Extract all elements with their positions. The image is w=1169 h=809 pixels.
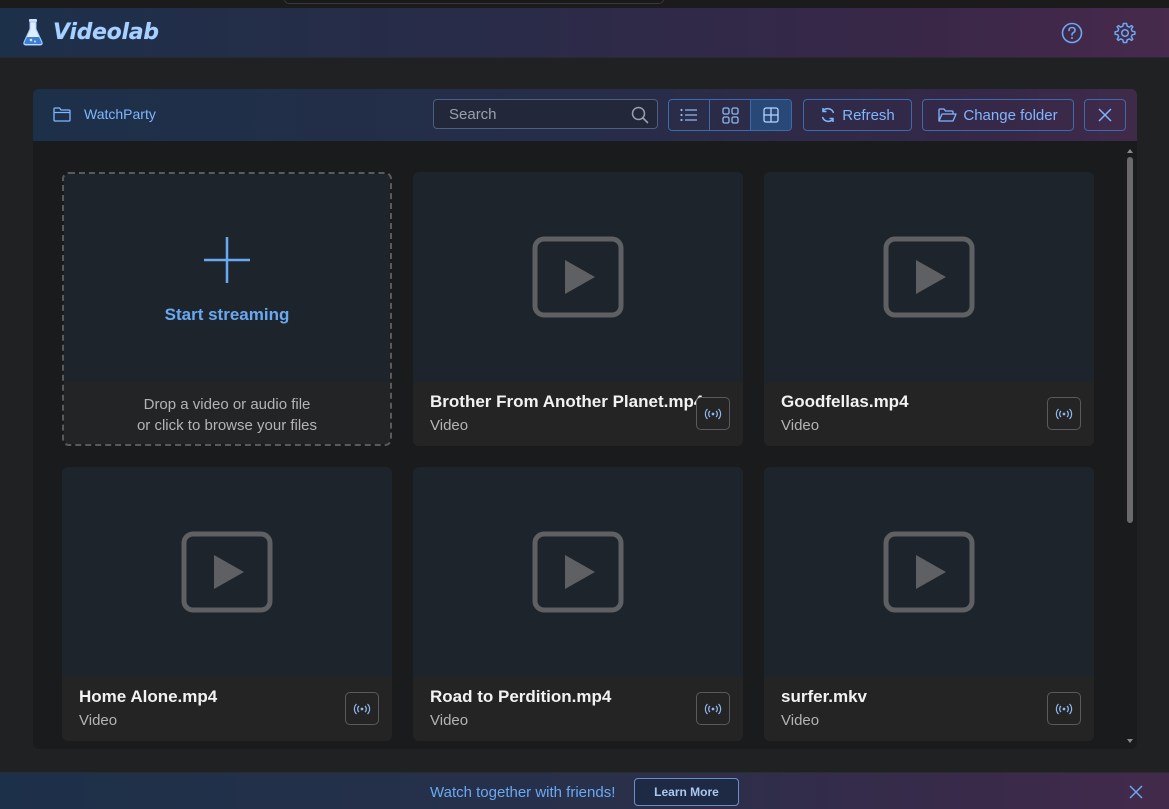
play-icon	[883, 236, 975, 318]
video-thumbnail	[62, 467, 392, 677]
banner-text: Watch together with friends!	[430, 784, 616, 801]
broadcast-button[interactable]	[696, 692, 730, 725]
file-type: Video	[430, 712, 469, 729]
broadcast-icon	[704, 703, 722, 714]
play-icon	[532, 531, 624, 613]
current-folder: WatchParty	[53, 106, 156, 122]
scroll-down-arrow[interactable]	[1127, 739, 1133, 743]
file-type: Video	[781, 417, 820, 434]
folder-icon	[53, 106, 71, 122]
refresh-icon	[822, 107, 835, 123]
upload-dropzone-hint: Drop a video or audio file or click to b…	[64, 382, 390, 444]
file-name: Brother From Another Planet.mp4	[430, 392, 704, 411]
small-grid-view-button[interactable]	[710, 100, 751, 130]
list-icon	[680, 108, 697, 122]
broadcast-button[interactable]	[1047, 397, 1081, 430]
video-thumbnail	[413, 467, 743, 677]
grid-icon	[763, 107, 779, 123]
refresh-button[interactable]: Refresh	[803, 99, 912, 131]
promo-banner: Watch together with friends! Learn More	[0, 772, 1169, 809]
upload-hint-line2: or click to browse your files	[136, 417, 318, 434]
search-field[interactable]	[433, 99, 658, 129]
file-name: surfer.mkv	[781, 687, 867, 706]
file-type: Video	[781, 712, 820, 729]
panel-toolbar: WatchParty Search Refresh Change folder	[33, 89, 1137, 141]
video-thumbnail	[764, 467, 1094, 677]
search-icon[interactable]	[631, 106, 649, 124]
video-thumbnail	[764, 172, 1094, 382]
help-button[interactable]	[1060, 21, 1084, 45]
play-icon	[532, 236, 624, 318]
close-icon	[1098, 108, 1112, 122]
refresh-label: Refresh	[842, 106, 895, 124]
play-icon	[181, 531, 273, 613]
app-title: Videolab	[53, 19, 159, 45]
folder-open-icon	[938, 107, 958, 122]
file-card[interactable]: Home Alone.mp4 Video	[62, 467, 392, 741]
file-name: Road to Perdition.mp4	[430, 687, 612, 706]
scrollbar-thumb[interactable]	[1127, 157, 1133, 523]
file-info: Home Alone.mp4 Video	[62, 677, 392, 741]
file-name: Goodfellas.mp4	[781, 392, 909, 411]
folder-name: WatchParty	[84, 106, 156, 122]
file-grid: Start streaming Drop a video or audio fi…	[33, 141, 1137, 749]
broadcast-button[interactable]	[1047, 692, 1081, 725]
play-icon	[883, 531, 975, 613]
file-type: Video	[79, 712, 118, 729]
file-name: Home Alone.mp4	[79, 687, 218, 706]
file-card[interactable]: Goodfellas.mp4 Video	[764, 172, 1094, 446]
broadcast-icon	[1055, 408, 1073, 419]
file-card[interactable]: surfer.mkv Video	[764, 467, 1094, 741]
video-thumbnail	[413, 172, 743, 382]
change-folder-button[interactable]: Change folder	[922, 99, 1074, 131]
window-tab	[284, 0, 664, 4]
broadcast-icon	[704, 408, 722, 419]
broadcast-icon	[1055, 703, 1073, 714]
broadcast-button[interactable]	[696, 397, 730, 430]
close-icon[interactable]	[1129, 785, 1143, 799]
file-info: Goodfellas.mp4 Video	[764, 382, 1094, 446]
file-type: Video	[430, 417, 469, 434]
search-input[interactable]	[434, 100, 657, 128]
close-panel-button[interactable]	[1084, 99, 1126, 131]
window-top-strip	[0, 0, 1169, 8]
app-header: Videolab	[0, 8, 1169, 58]
settings-button[interactable]	[1113, 21, 1137, 45]
scroll-up-arrow[interactable]	[1127, 149, 1133, 153]
plus-icon	[204, 237, 250, 283]
grid-four-icon	[721, 106, 739, 124]
learn-more-button[interactable]: Learn More	[634, 778, 739, 806]
file-card[interactable]: Brother From Another Planet.mp4 Video	[413, 172, 743, 446]
vertical-scrollbar[interactable]	[1126, 149, 1134, 743]
broadcast-icon	[353, 703, 371, 714]
file-info: Road to Perdition.mp4 Video	[413, 677, 743, 741]
broadcast-button[interactable]	[345, 692, 379, 725]
upload-dropzone[interactable]: Start streaming Drop a video or audio fi…	[62, 172, 392, 446]
upload-dropzone-top: Start streaming	[64, 174, 390, 382]
list-view-button[interactable]	[669, 100, 710, 130]
file-browser-panel: WatchParty Search Refresh Change folder …	[33, 89, 1137, 749]
file-card[interactable]: Road to Perdition.mp4 Video	[413, 467, 743, 741]
question-circle-icon	[1061, 22, 1083, 44]
gear-icon	[1114, 22, 1136, 44]
file-info: surfer.mkv Video	[764, 677, 1094, 741]
flask-icon	[23, 19, 43, 46]
app-logo[interactable]: Videolab	[22, 18, 159, 46]
file-info: Brother From Another Planet.mp4 Video	[413, 382, 743, 446]
start-streaming-label: Start streaming	[164, 305, 290, 324]
change-folder-label: Change folder	[963, 106, 1058, 124]
large-grid-view-button[interactable]	[751, 100, 791, 130]
upload-hint-line1: Drop a video or audio file	[143, 396, 311, 413]
view-mode-toggle	[668, 99, 792, 131]
